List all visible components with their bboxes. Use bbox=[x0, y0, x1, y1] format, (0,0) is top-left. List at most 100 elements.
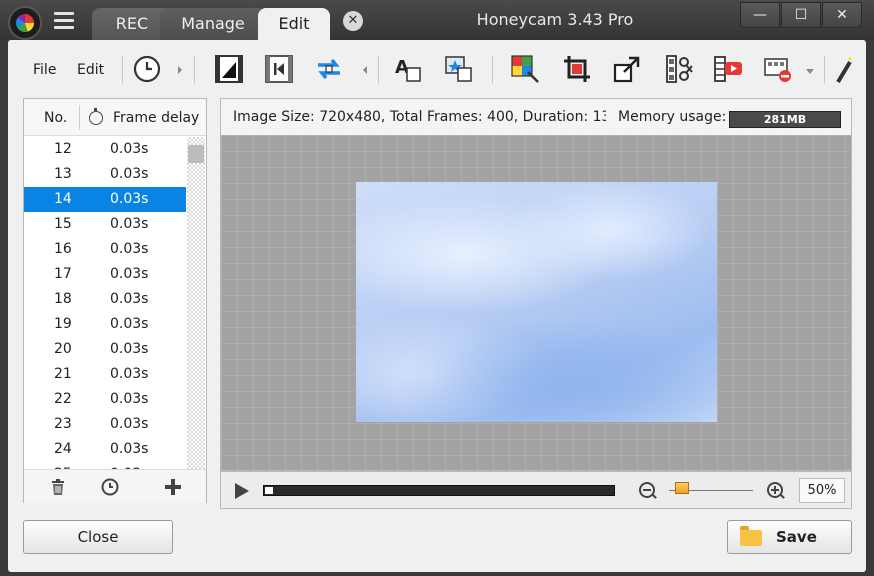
close-button[interactable]: Close bbox=[23, 520, 173, 554]
crop-icon[interactable] bbox=[562, 54, 592, 84]
window-title: Honeycam 3.43 Pro bbox=[476, 10, 634, 29]
frame-preview-image bbox=[356, 182, 717, 422]
seek-bar[interactable] bbox=[263, 485, 615, 496]
zoom-slider-knob[interactable] bbox=[675, 482, 689, 494]
column-header-no[interactable]: No. bbox=[44, 110, 67, 126]
frame-delay: 0.03s bbox=[110, 241, 149, 257]
frame-number: 22 bbox=[54, 391, 72, 407]
frame-row[interactable]: 13 0.03s bbox=[24, 162, 186, 187]
preview-canvas[interactable] bbox=[220, 135, 852, 471]
frame-skip-icon[interactable] bbox=[264, 54, 294, 84]
toolbar-separator bbox=[824, 56, 825, 84]
frame-list-panel: No. Frame delay 12 0.03s 13 0.03s 14 0.03s 15 0… bbox=[23, 98, 207, 503]
frame-number: 13 bbox=[54, 166, 72, 182]
frame-delay: 0.03s bbox=[110, 166, 149, 182]
client-area: File Edit A No. Frame delay 12 0.03s 13 … bbox=[8, 40, 866, 572]
image-info-text: Image Size: 720x480, Total Frames: 400, … bbox=[233, 109, 606, 125]
frame-list-scrollbar[interactable] bbox=[187, 137, 205, 469]
frame-row[interactable]: 17 0.03s bbox=[24, 262, 186, 287]
info-bar: Image Size: 720x480, Total Frames: 400, … bbox=[220, 98, 852, 135]
youtube-icon[interactable] bbox=[713, 54, 743, 84]
sticker-icon[interactable] bbox=[444, 54, 474, 84]
resize-icon[interactable] bbox=[612, 54, 642, 84]
frame-row[interactable]: 19 0.03s bbox=[24, 312, 186, 337]
column-divider[interactable] bbox=[79, 105, 80, 130]
text-icon[interactable]: A bbox=[393, 54, 423, 84]
frame-delay: 0.03s bbox=[110, 291, 149, 307]
seek-knob[interactable] bbox=[265, 487, 273, 494]
play-icon[interactable] bbox=[235, 483, 249, 499]
swap-icon[interactable] bbox=[314, 54, 344, 84]
window-controls: — ☐ ✕ bbox=[740, 2, 864, 30]
color-adjust-icon[interactable] bbox=[510, 54, 540, 84]
hamburger-menu-icon[interactable] bbox=[54, 12, 74, 30]
frame-delay: 0.03s bbox=[110, 441, 149, 457]
frame-delay: 0.03s bbox=[110, 266, 149, 282]
frame-delay: 0.03s bbox=[110, 366, 149, 382]
frame-number: 20 bbox=[54, 341, 72, 357]
maximize-button[interactable]: ☐ bbox=[781, 2, 821, 28]
add-frame-icon[interactable] bbox=[164, 478, 182, 496]
frame-row[interactable]: 18 0.03s bbox=[24, 287, 186, 312]
chevron-down-icon[interactable] bbox=[806, 69, 814, 74]
tab-manage[interactable]: Manage bbox=[160, 8, 266, 40]
file-menu[interactable]: File bbox=[33, 62, 56, 78]
toolbar-separator bbox=[194, 56, 195, 84]
frame-row[interactable]: 15 0.03s bbox=[24, 212, 186, 237]
frame-row[interactable]: 20 0.03s bbox=[24, 337, 186, 362]
stopwatch-icon bbox=[89, 108, 103, 125]
frame-row[interactable]: 14 0.03s bbox=[24, 187, 186, 212]
frame-delay: 0.03s bbox=[110, 391, 149, 407]
frame-row[interactable]: 23 0.03s bbox=[24, 412, 186, 437]
clock-icon[interactable] bbox=[132, 54, 162, 84]
frame-black-icon[interactable] bbox=[214, 54, 244, 84]
frame-delay: 0.03s bbox=[110, 191, 149, 207]
frame-row[interactable]: 12 0.03s bbox=[24, 137, 186, 162]
frame-number: 18 bbox=[54, 291, 72, 307]
frame-row[interactable]: 22 0.03s bbox=[24, 387, 186, 412]
minimize-button[interactable]: — bbox=[740, 2, 780, 28]
toolbar-separator bbox=[492, 56, 493, 84]
chevron-right-icon[interactable] bbox=[178, 66, 182, 74]
tab-edit[interactable]: Edit bbox=[258, 8, 330, 40]
cut-frames-icon[interactable] bbox=[664, 54, 694, 84]
frame-number: 24 bbox=[54, 441, 72, 457]
zoom-in-icon[interactable] bbox=[767, 482, 783, 498]
frame-number: 15 bbox=[54, 216, 72, 232]
timer-icon[interactable] bbox=[101, 478, 119, 496]
playback-bar: 50% bbox=[220, 471, 852, 509]
window-close-button[interactable]: ✕ bbox=[822, 2, 862, 28]
frame-delay: 0.03s bbox=[110, 341, 149, 357]
frame-delay: 0.03s bbox=[110, 316, 149, 332]
frame-number: 16 bbox=[54, 241, 72, 257]
frame-row[interactable]: 21 0.03s bbox=[24, 362, 186, 387]
frame-number: 17 bbox=[54, 266, 72, 282]
frame-list-footer bbox=[24, 469, 206, 503]
remove-frames-icon[interactable] bbox=[763, 54, 793, 84]
close-tab-icon[interactable]: ✕ bbox=[343, 11, 363, 31]
memory-usage-label: Memory usage: bbox=[618, 109, 727, 125]
edit-menu[interactable]: Edit bbox=[77, 62, 104, 78]
frame-row[interactable]: 24 0.03s bbox=[24, 437, 186, 462]
frame-number: 23 bbox=[54, 416, 72, 432]
column-header-frame-delay[interactable]: Frame delay bbox=[113, 110, 199, 126]
trash-icon[interactable] bbox=[49, 478, 67, 496]
frame-number: 12 bbox=[54, 141, 72, 157]
frame-list[interactable]: 12 0.03s 13 0.03s 14 0.03s 15 0.03s 16 0.03s 17 0.0… bbox=[24, 137, 186, 469]
magic-wand-icon[interactable] bbox=[834, 54, 854, 84]
zoom-percent[interactable]: 50% bbox=[799, 478, 845, 503]
toolbar-separator bbox=[122, 56, 123, 84]
scrollbar-thumb[interactable] bbox=[188, 145, 204, 163]
frame-delay: 0.03s bbox=[110, 141, 149, 157]
save-button[interactable]: Save bbox=[727, 520, 852, 554]
frame-number: 14 bbox=[54, 191, 72, 207]
frame-delay: 0.03s bbox=[110, 416, 149, 432]
frame-list-header: No. Frame delay bbox=[24, 99, 206, 136]
chevron-left-icon[interactable] bbox=[363, 66, 367, 74]
save-button-label: Save bbox=[776, 528, 817, 546]
toolbar-separator bbox=[378, 56, 379, 84]
zoom-out-icon[interactable] bbox=[639, 482, 655, 498]
frame-row[interactable]: 250.03s bbox=[24, 462, 186, 469]
frame-row[interactable]: 16 0.03s bbox=[24, 237, 186, 262]
app-logo-icon[interactable] bbox=[8, 6, 42, 40]
